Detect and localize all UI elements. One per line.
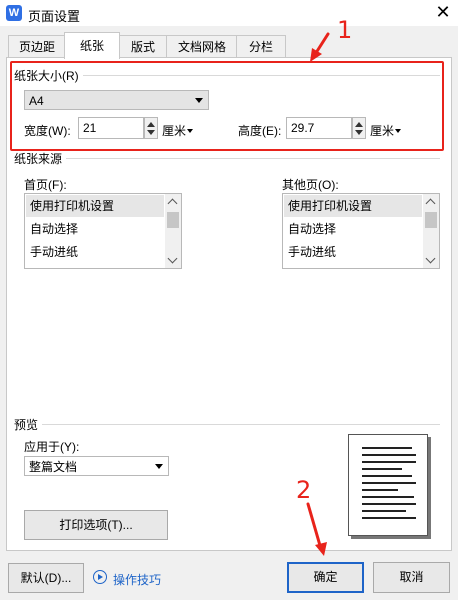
annotation-arrow-2 (306, 502, 323, 551)
annotation-arrows (306, 32, 330, 556)
tab-paper[interactable]: 纸张 (64, 32, 120, 59)
annotation-arrowhead-2 (315, 542, 327, 556)
